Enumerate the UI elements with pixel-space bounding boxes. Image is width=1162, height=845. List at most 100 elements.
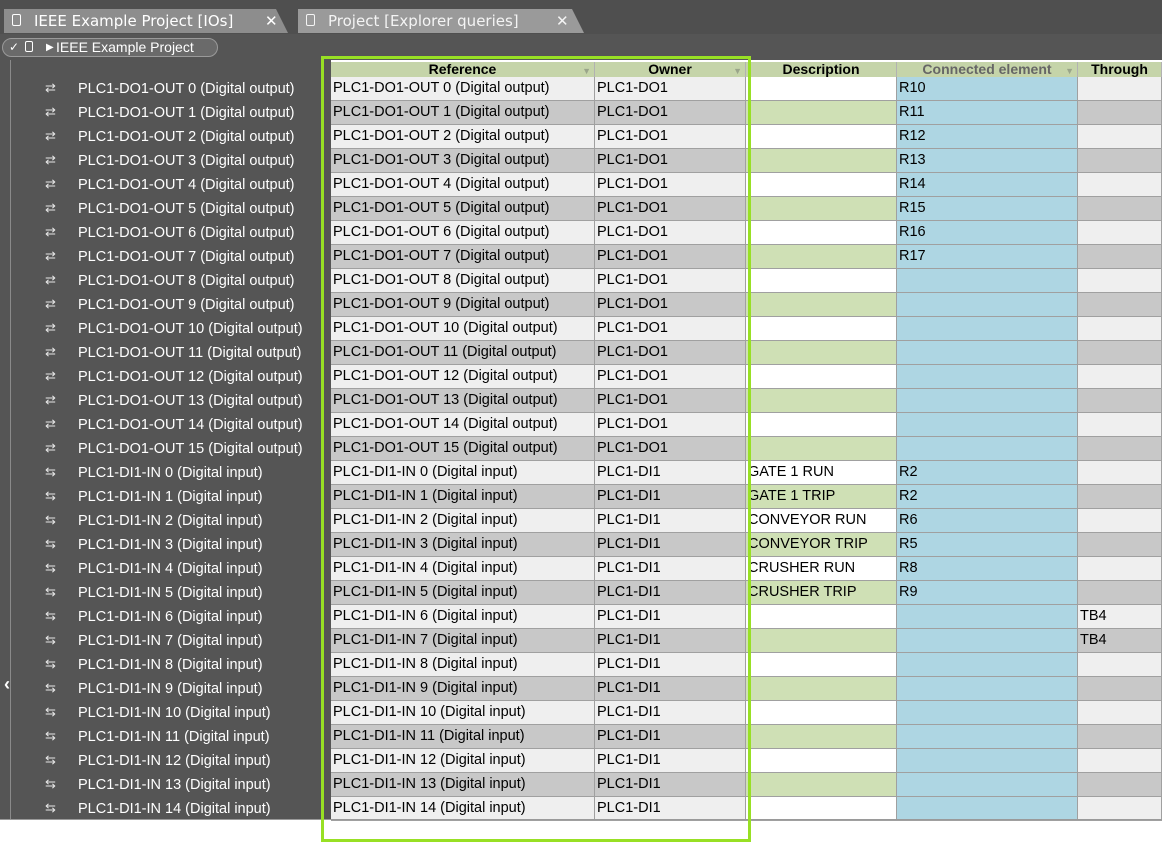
cell-description[interactable] [746,149,897,173]
column-header-description[interactable]: Description [746,62,897,77]
cell-description[interactable]: CRUSHER RUN [746,557,897,581]
tree-item[interactable]: ⇄ PLC1-DO1-OUT 1 (Digital output) [0,102,331,126]
tree-item[interactable]: ⇄ PLC1-DO1-OUT 5 (Digital output) [0,198,331,222]
cell-through[interactable] [1078,245,1162,269]
cell-through[interactable] [1078,77,1162,101]
cell-connected[interactable] [897,269,1078,293]
tree-item[interactable]: ⇆ PLC1-DI1-IN 4 (Digital input) [0,558,331,582]
tree-item[interactable]: ⇆ PLC1-DI1-IN 7 (Digital input) [0,630,331,654]
cell-description[interactable] [746,173,897,197]
cell-description[interactable] [746,341,897,365]
cell-through[interactable] [1078,581,1162,605]
cell-connected[interactable] [897,605,1078,629]
cell-description[interactable] [746,125,897,149]
column-header-connected-element[interactable]: Connected element ▼ [897,62,1078,77]
tree-item[interactable]: ⇄ PLC1-DO1-OUT 6 (Digital output) [0,222,331,246]
tree-item[interactable]: ⇆ PLC1-DI1-IN 5 (Digital input) [0,582,331,606]
cell-connected[interactable] [897,653,1078,677]
cell-description[interactable] [746,677,897,701]
tree-item[interactable]: ⇆ PLC1-DI1-IN 1 (Digital input) [0,486,331,510]
cell-connected[interactable]: R10 [897,77,1078,101]
cell-connected[interactable]: R5 [897,533,1078,557]
cell-through[interactable] [1078,797,1162,821]
tree-item[interactable]: ⇄ PLC1-DO1-OUT 12 (Digital output) [0,366,331,390]
cell-connected[interactable] [897,365,1078,389]
cell-description[interactable] [746,365,897,389]
cell-through[interactable] [1078,677,1162,701]
cell-description[interactable] [746,101,897,125]
cell-through[interactable] [1078,773,1162,797]
cell-description[interactable] [746,77,897,101]
cell-through[interactable] [1078,149,1162,173]
tree-item[interactable]: ⇆ PLC1-DI1-IN 0 (Digital input) [0,462,331,486]
cell-connected[interactable]: R6 [897,509,1078,533]
cell-description[interactable] [746,197,897,221]
tree-item[interactable]: ⇆ PLC1-DI1-IN 6 (Digital input) [0,606,331,630]
tree-item[interactable]: ⇆ PLC1-DI1-IN 2 (Digital input) [0,510,331,534]
cell-connected[interactable] [897,317,1078,341]
close-icon[interactable]: ✕ [556,9,569,33]
cell-description[interactable] [746,605,897,629]
cell-through[interactable] [1078,485,1162,509]
cell-connected[interactable] [897,389,1078,413]
filter-icon[interactable]: ▼ [1065,64,1074,77]
cell-connected[interactable]: R15 [897,197,1078,221]
cell-through[interactable] [1078,557,1162,581]
cell-through[interactable]: TB4 [1078,629,1162,653]
cell-connected[interactable] [897,293,1078,317]
cell-description[interactable] [746,725,897,749]
cell-connected[interactable]: R13 [897,149,1078,173]
cell-connected[interactable] [897,629,1078,653]
cell-description[interactable]: CRUSHER TRIP [746,581,897,605]
column-header-through[interactable]: Through [1078,62,1162,77]
cell-through[interactable] [1078,173,1162,197]
cell-description[interactable] [746,221,897,245]
tree-item[interactable]: ⇄ PLC1-DO1-OUT 8 (Digital output) [0,270,331,294]
tree-item[interactable]: ⇄ PLC1-DO1-OUT 10 (Digital output) [0,318,331,342]
tree-item[interactable]: ⇆ PLC1-DI1-IN 10 (Digital input) [0,702,331,726]
cell-description[interactable] [746,437,897,461]
cell-through[interactable] [1078,509,1162,533]
tree-item[interactable]: ⇄ PLC1-DO1-OUT 3 (Digital output) [0,150,331,174]
cell-connected[interactable] [897,773,1078,797]
cell-through[interactable] [1078,749,1162,773]
cell-connected[interactable]: R2 [897,461,1078,485]
expand-arrow-icon[interactable]: ▶ [46,39,54,56]
cell-description[interactable] [746,317,897,341]
cell-connected[interactable] [897,797,1078,821]
cell-through[interactable] [1078,413,1162,437]
close-icon[interactable]: ✕ [265,9,278,33]
tree-item[interactable]: ⇆ PLC1-DI1-IN 8 (Digital input) [0,654,331,678]
cell-through[interactable] [1078,341,1162,365]
cell-connected[interactable]: R12 [897,125,1078,149]
tree-item[interactable]: ⇄ PLC1-DO1-OUT 11 (Digital output) [0,342,331,366]
tree-item[interactable]: ⇆ PLC1-DI1-IN 3 (Digital input) [0,534,331,558]
cell-connected[interactable]: R2 [897,485,1078,509]
cell-connected[interactable] [897,725,1078,749]
cell-connected[interactable] [897,749,1078,773]
cell-description[interactable] [746,389,897,413]
tree-item[interactable]: ⇄ PLC1-DO1-OUT 2 (Digital output) [0,126,331,150]
cell-connected[interactable]: R14 [897,173,1078,197]
cell-through[interactable] [1078,365,1162,389]
tree-item[interactable]: ⇆ PLC1-DI1-IN 12 (Digital input) [0,750,331,774]
cell-connected[interactable]: R9 [897,581,1078,605]
cell-connected[interactable] [897,341,1078,365]
cell-through[interactable] [1078,269,1162,293]
cell-connected[interactable]: R17 [897,245,1078,269]
tree-item[interactable]: ⇄ PLC1-DO1-OUT 15 (Digital output) [0,438,331,462]
cell-description[interactable] [746,653,897,677]
tab-project-explorer-queries[interactable]: Project [Explorer queries] ✕ [298,9,584,33]
cell-description[interactable] [746,413,897,437]
cell-connected[interactable]: R11 [897,101,1078,125]
cell-connected[interactable]: R8 [897,557,1078,581]
tree-item[interactable]: ⇄ PLC1-DO1-OUT 9 (Digital output) [0,294,331,318]
cell-description[interactable]: GATE 1 TRIP [746,485,897,509]
cell-through[interactable] [1078,389,1162,413]
cell-description[interactable]: CONVEYOR TRIP [746,533,897,557]
cell-through[interactable] [1078,461,1162,485]
cell-description[interactable] [746,629,897,653]
tree-item[interactable]: ⇄ PLC1-DO1-OUT 7 (Digital output) [0,246,331,270]
cell-through[interactable] [1078,437,1162,461]
cell-description[interactable]: CONVEYOR RUN [746,509,897,533]
